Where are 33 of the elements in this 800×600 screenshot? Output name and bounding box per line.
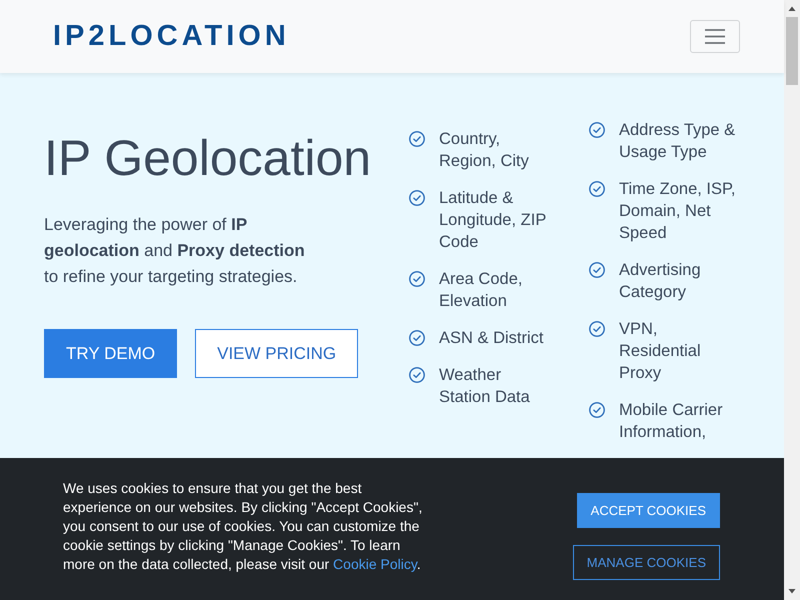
try-demo-button[interactable]: TRY DEMO (44, 329, 178, 378)
check-circle-icon (589, 122, 605, 138)
view-pricing-button[interactable]: VIEW PRICING (195, 329, 358, 378)
feature-label: Advertising Category (619, 260, 702, 303)
cookie-policy-link[interactable]: Cookie Policy (333, 556, 417, 572)
check-circle-icon (589, 402, 605, 418)
feature-label: Latitude & Longitude, ZIP Code (439, 188, 548, 253)
feature-label: ASN & District (439, 328, 545, 349)
check-circle-icon (589, 262, 605, 278)
feature-label: VPN, Residential Proxy (619, 319, 702, 384)
manage-cookies-button[interactable]: MANAGE COOKIES (572, 545, 720, 580)
logo[interactable]: IP2LOCATION (53, 22, 290, 51)
feature-label: Country, Region, City (439, 129, 530, 172)
accept-cookies-button[interactable]: ACCEPT COOKIES (576, 493, 720, 528)
menu-icon (705, 29, 725, 44)
check-circle-icon (589, 181, 605, 197)
hero-title: IP Geolocation (44, 129, 372, 188)
scrollbar-track[interactable] (784, 0, 800, 600)
scrollbar-thumb[interactable] (786, 17, 798, 85)
check-circle-icon (409, 271, 425, 287)
check-circle-icon (409, 190, 425, 206)
feature-label: Time Zone, ISP, Domain, Net Speed (619, 179, 736, 244)
feature-label: Area Code, Elevation (439, 269, 524, 312)
check-circle-icon (409, 330, 425, 346)
cookie-notice-text: We uses cookies to ensure that you get the best experience on our websites. By clicking "Accept Cookies", you consent to our use of cookies. You can customize the cookie settings by clicking "Manage Cookies". To learn more on the data collected, please visit our Cookie Policy. (63, 479, 424, 574)
feature-label: Address Type & Usage Type (619, 120, 736, 163)
hero-subtitle: Leveraging the power of IP geolocation and Proxy detection to refine your targeting strategies. (44, 214, 306, 288)
feature-label: Mobile Carrier Information, (619, 400, 724, 443)
menu-button[interactable] (690, 20, 740, 53)
check-circle-icon (409, 367, 425, 383)
feature-label: Weather Station Data (439, 365, 531, 408)
check-circle-icon (589, 321, 605, 337)
check-circle-icon (409, 131, 425, 147)
